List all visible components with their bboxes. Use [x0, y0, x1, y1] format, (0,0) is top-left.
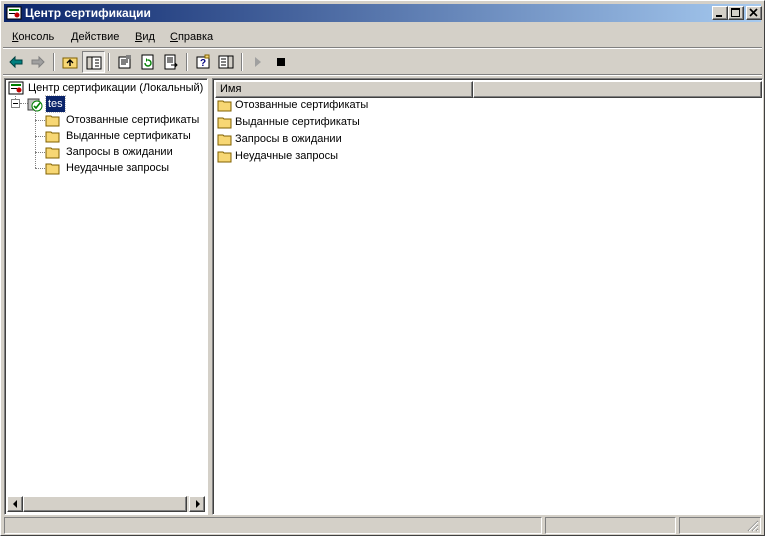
folder-icon	[217, 151, 232, 163]
resize-grip-icon[interactable]	[747, 520, 759, 532]
back-button[interactable]	[5, 51, 28, 73]
menu-console[interactable]: Консоль	[12, 30, 54, 44]
arrow-left-icon	[13, 500, 17, 508]
minimize-button[interactable]	[712, 6, 728, 20]
help-button[interactable]: ?	[192, 51, 215, 73]
scroll-left-button[interactable]	[7, 496, 23, 512]
list-item-label: Запросы в ожидании	[235, 133, 342, 145]
tree-connector	[35, 168, 45, 169]
tree-root-item[interactable]: Центр сертификации (Локальный)	[8, 80, 207, 96]
folder-icon	[45, 131, 60, 143]
stop-service-icon	[277, 58, 285, 66]
export-list-icon	[164, 54, 178, 70]
tree-connector	[35, 120, 45, 121]
list-item-label: Неудачные запросы	[235, 150, 339, 162]
title-bar[interactable]: Центр сертификации	[4, 4, 762, 22]
tree-horizontal-scrollbar[interactable]	[7, 496, 205, 512]
close-button[interactable]	[746, 6, 762, 20]
menu-help[interactable]: Справка	[170, 30, 213, 44]
list-header: Имя	[215, 81, 762, 98]
tree-item-label: Неудачные запросы	[66, 162, 170, 174]
column-header-empty[interactable]	[473, 81, 762, 98]
toolbar: ?	[4, 50, 761, 74]
export-list-button[interactable]	[160, 51, 183, 73]
toolbar-separator	[53, 53, 55, 71]
toolbar-separator	[241, 53, 243, 71]
tree-connector	[35, 136, 45, 137]
stop-service-button[interactable]	[270, 51, 293, 73]
tree-item-issued[interactable]: Выданные сертификаты	[45, 128, 207, 144]
show-hide-tree-icon	[86, 56, 102, 70]
scroll-thumb[interactable]	[23, 496, 187, 512]
folder-icon	[217, 134, 232, 146]
refresh-button[interactable]	[137, 51, 160, 73]
scroll-right-button[interactable]	[189, 496, 205, 512]
maximize-icon	[731, 8, 740, 17]
mmc-window: Центр сертификации Консоль Действие Вид …	[0, 0, 765, 536]
toolbar-separator-line	[3, 74, 762, 76]
tree-item-failed[interactable]: Неудачные запросы	[45, 160, 207, 176]
menu-action[interactable]: Действие	[71, 30, 119, 44]
folder-icon	[45, 147, 60, 159]
status-cell-main	[4, 517, 542, 534]
collapse-expander[interactable]	[11, 99, 20, 108]
folder-icon	[217, 100, 232, 112]
svg-text:?: ?	[200, 58, 206, 69]
forward-button[interactable]	[27, 51, 50, 73]
properties-button[interactable]	[114, 51, 137, 73]
result-list-pane[interactable]: Имя Отозванные сертификаты Выданные серт…	[212, 78, 763, 515]
menu-separator	[3, 47, 762, 49]
toolbar-separator	[186, 53, 188, 71]
forward-icon	[31, 55, 45, 69]
certificate-authority-icon	[8, 81, 24, 95]
start-service-button[interactable]	[247, 51, 270, 73]
maximize-button[interactable]	[728, 6, 744, 20]
folder-icon	[45, 115, 60, 127]
certificate-authority-icon	[6, 6, 22, 20]
console-tree-pane[interactable]: Центр сертификации (Локальный) tes Отозв…	[4, 78, 208, 515]
tree-item-label: Запросы в ожидании	[66, 146, 173, 158]
tree-item-label: Выданные сертификаты	[66, 130, 191, 142]
back-icon	[9, 55, 23, 69]
list-item-label: Отозванные сертификаты	[235, 99, 369, 111]
tree-item-pending[interactable]: Запросы в ожидании	[45, 144, 207, 160]
menu-bar: Консоль Действие Вид Справка	[4, 27, 761, 47]
folder-icon	[45, 163, 60, 175]
show-hide-tree-button[interactable]	[82, 51, 105, 73]
up-folder-icon	[62, 57, 78, 69]
list-item-label: Выданные сертификаты	[235, 116, 360, 128]
tree-ca-label: tes	[45, 95, 66, 113]
status-bar	[3, 517, 762, 535]
toolbar-separator	[108, 53, 110, 71]
refresh-icon	[141, 54, 154, 70]
column-header-name[interactable]: Имя	[215, 81, 473, 98]
start-service-icon	[255, 57, 261, 67]
show-hide-action-pane-button[interactable]	[215, 51, 238, 73]
status-cell-2	[545, 517, 676, 534]
minimize-icon	[716, 15, 722, 17]
tree-item-revoked[interactable]: Отозванные сертификаты	[45, 112, 207, 128]
tree-item-label: Отозванные сертификаты	[66, 114, 200, 126]
help-icon: ?	[196, 54, 210, 69]
properties-icon	[118, 55, 131, 69]
folder-icon	[217, 117, 232, 129]
up-one-level-button[interactable]	[59, 51, 82, 73]
status-cell-3	[679, 517, 761, 534]
close-icon	[749, 8, 758, 17]
menu-view[interactable]: Вид	[135, 30, 155, 44]
tree-root-label: Центр сертификации (Локальный)	[28, 82, 204, 94]
tree-connector	[35, 152, 45, 153]
tree-connector	[35, 110, 36, 168]
tree-ca-node[interactable]: tes	[27, 95, 87, 113]
arrow-right-icon	[196, 500, 200, 508]
window-title: Центр сертификации	[25, 6, 151, 20]
show-hide-action-pane-icon	[218, 55, 234, 69]
